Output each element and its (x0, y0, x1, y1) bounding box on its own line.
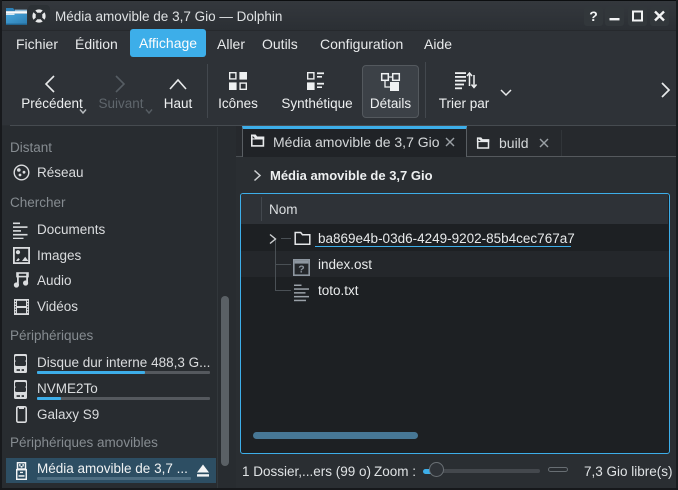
svg-text:?: ? (298, 264, 304, 276)
